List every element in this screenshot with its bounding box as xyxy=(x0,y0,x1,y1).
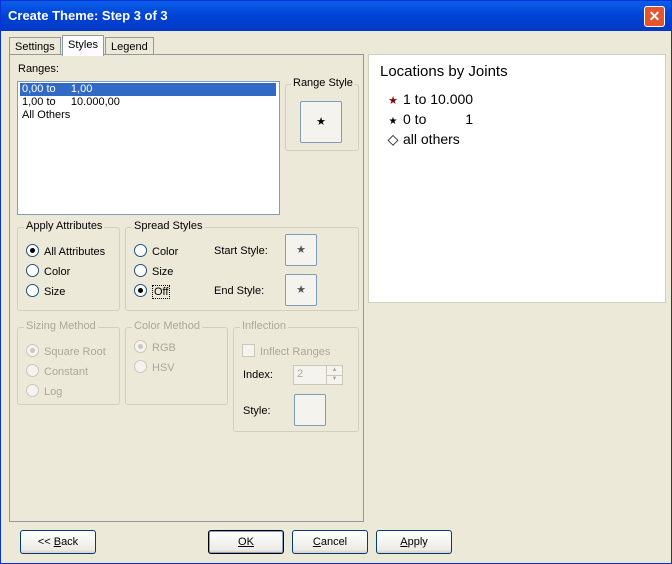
apply-size-radio[interactable]: Size xyxy=(26,284,65,298)
ok-accel: O xyxy=(238,536,247,548)
index-value: 2 xyxy=(297,368,304,380)
start-style-label: Start Style: xyxy=(214,245,268,257)
star-icon: ★ xyxy=(388,95,398,107)
radio-label: Size xyxy=(152,266,174,278)
apply-attributes-label: Apply Attributes xyxy=(24,220,105,232)
index-label: Index: xyxy=(243,369,273,381)
radio-icon xyxy=(134,264,147,277)
range-item-0[interactable]: 0,00 to 1,00 xyxy=(20,83,276,96)
legend-preview: Locations by Joints ★ 1 to 10.000 ★ 0 to 1… xyxy=(368,54,666,303)
radio-selected-icon xyxy=(134,284,147,297)
radio-label: Color xyxy=(152,246,179,258)
preview-title: Locations by Joints xyxy=(380,63,508,80)
legend-row-2: ◇ all others xyxy=(386,129,460,149)
range-item-1[interactable]: 1,00 to 10.000,00 xyxy=(20,96,122,109)
apply-button[interactable]: Apply xyxy=(376,530,452,554)
sizing-method-label: Sizing Method xyxy=(24,320,98,332)
back-button[interactable]: << Back xyxy=(20,530,96,554)
end-style-label: End Style: xyxy=(214,285,265,297)
ok-button[interactable]: OK xyxy=(208,530,284,554)
radio-label: Color xyxy=(44,266,71,278)
radio-label: Off xyxy=(152,285,171,299)
inflection-style-button[interactable] xyxy=(294,394,326,426)
color-hsv-radio[interactable]: HSV xyxy=(134,360,175,374)
color-method-group: Color Method RGB HSV xyxy=(125,320,228,405)
radio-icon xyxy=(26,284,39,297)
color-rgb-radio[interactable]: RGB xyxy=(134,340,176,354)
radio-icon xyxy=(134,244,147,257)
close-button[interactable]: ✕ xyxy=(644,6,665,27)
sizing-constant-radio[interactable]: Constant xyxy=(26,364,88,378)
radio-icon xyxy=(26,264,39,277)
back-rest: ack xyxy=(61,536,79,548)
radio-selected-icon xyxy=(134,340,147,353)
spread-off-radio[interactable]: Off xyxy=(134,284,171,299)
apply-color-radio[interactable]: Color xyxy=(26,264,70,278)
radio-label: Square Root xyxy=(44,346,106,358)
sizing-square-root-radio[interactable]: Square Root xyxy=(26,344,106,358)
legend-text: all others xyxy=(403,131,460,147)
cancel-accel: C xyxy=(312,536,321,548)
legend-text: 0 to 1 xyxy=(403,111,474,127)
inflection-label: Inflection xyxy=(240,320,289,332)
range-style-button[interactable]: ★ xyxy=(300,101,342,143)
spread-color-radio[interactable]: Color xyxy=(134,244,178,258)
legend-row-1: ★ 0 to 1 xyxy=(386,109,474,129)
radio-label: Constant xyxy=(44,366,89,378)
apply-rest: pply xyxy=(407,536,428,548)
inflection-style-label: Style: xyxy=(243,405,271,417)
title-bar[interactable]: Create Theme: Step 3 of 3 ✕ xyxy=(1,1,671,31)
ranges-label: Ranges: xyxy=(18,63,59,75)
star-icon: ★ xyxy=(296,284,306,296)
cancel-button[interactable]: Cancel xyxy=(292,530,368,554)
back-prefix: << xyxy=(37,536,54,548)
styles-tab-panel: Ranges: 0,00 to 1,00 1,00 to 10.000,00 A… xyxy=(9,54,364,522)
spread-styles-group: Spread Styles Color Size Off Start Style… xyxy=(125,220,359,311)
inflect-ranges-checkbox[interactable]: Inflect Ranges xyxy=(242,344,330,358)
radio-icon xyxy=(26,384,39,397)
radio-label: HSV xyxy=(152,362,175,374)
spread-styles-label: Spread Styles xyxy=(132,220,205,232)
checkbox-label: Inflect Ranges xyxy=(260,346,331,358)
tab-styles[interactable]: Styles xyxy=(62,35,104,56)
radio-label: Size xyxy=(44,286,66,298)
radio-icon xyxy=(134,360,147,373)
start-style-button[interactable]: ★ xyxy=(285,234,317,266)
apply-all-attributes-radio[interactable]: All Attributes xyxy=(26,244,105,258)
radio-selected-icon xyxy=(26,344,39,357)
radio-label: RGB xyxy=(152,342,176,354)
spin-down-icon[interactable]: ▼ xyxy=(326,375,342,384)
legend-text: 1 to 10.000 xyxy=(403,91,474,107)
apply-attributes-group: Apply Attributes All Attributes Color Si… xyxy=(17,220,120,311)
apply-accel: A xyxy=(400,536,408,548)
color-method-label: Color Method xyxy=(132,320,203,332)
ok-rest: K xyxy=(246,536,254,548)
sizing-method-group: Sizing Method Square Root Constant Log xyxy=(17,320,120,405)
star-icon: ★ xyxy=(296,244,306,256)
star-icon: ★ xyxy=(316,116,326,128)
create-theme-dialog: Create Theme: Step 3 of 3 ✕ Settings Sty… xyxy=(0,0,672,564)
checkbox-icon xyxy=(242,344,255,357)
inflection-group: Inflection Inflect Ranges Index: 2 ▲ ▼ S… xyxy=(233,320,359,432)
sizing-log-radio[interactable]: Log xyxy=(26,384,62,398)
dialog-title: Create Theme: Step 3 of 3 xyxy=(8,8,168,23)
radio-label: All Attributes xyxy=(44,246,106,258)
ranges-listbox[interactable]: 0,00 to 1,00 1,00 to 10.000,00 All Other… xyxy=(17,81,280,215)
end-style-button[interactable]: ★ xyxy=(285,274,317,306)
diamond-icon: ◇ xyxy=(387,131,399,147)
radio-selected-icon xyxy=(26,244,39,257)
back-accel: B xyxy=(53,536,62,548)
radio-label: Log xyxy=(44,386,63,398)
cancel-rest: ancel xyxy=(320,536,348,548)
range-style-label: Range Style xyxy=(291,77,355,89)
radio-icon xyxy=(26,364,39,377)
index-spinner[interactable]: 2 ▲ ▼ xyxy=(293,365,343,385)
range-item-all-others[interactable]: All Others xyxy=(20,109,72,122)
close-icon: ✕ xyxy=(648,8,661,24)
range-style-group: Range Style ★ xyxy=(285,77,359,151)
legend-row-0: ★ 1 to 10.000 xyxy=(386,89,473,109)
spread-size-radio[interactable]: Size xyxy=(134,264,173,278)
